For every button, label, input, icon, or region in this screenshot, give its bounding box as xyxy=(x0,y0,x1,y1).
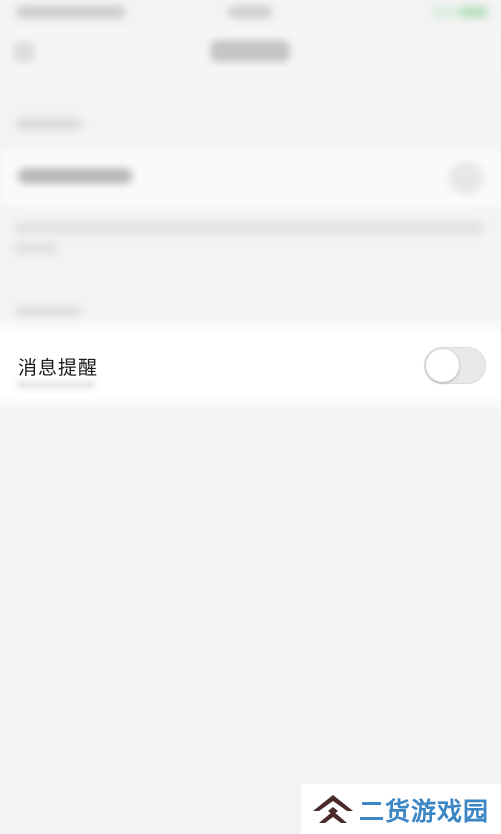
section-description-cont xyxy=(14,242,58,254)
nav-bar xyxy=(0,26,501,78)
watermark-text: 二货游戏园 xyxy=(359,797,490,826)
section-header-2 xyxy=(16,306,82,318)
message-reminder-label: 消息提醒 xyxy=(18,357,99,379)
page-title xyxy=(210,40,290,62)
status-bar xyxy=(0,0,501,26)
screen: 消息提醒 二货游戏园 xyxy=(0,0,501,834)
status-bar-carrier xyxy=(16,6,126,18)
message-reminder-toggle[interactable] xyxy=(424,347,486,384)
double-chevron-up-logo-icon xyxy=(313,795,353,823)
settings-row-control-blurred[interactable] xyxy=(448,162,484,194)
battery-icon xyxy=(432,6,488,18)
blurred-subtext xyxy=(16,381,96,389)
toggle-knob xyxy=(426,349,459,382)
section-header xyxy=(16,118,82,130)
watermark: 二货游戏园 xyxy=(301,784,501,834)
settings-row-label-blurred xyxy=(18,168,132,184)
section-description xyxy=(14,222,484,234)
back-icon[interactable] xyxy=(14,42,34,62)
settings-row-blurred[interactable] xyxy=(0,150,501,206)
status-bar-time xyxy=(228,6,272,18)
